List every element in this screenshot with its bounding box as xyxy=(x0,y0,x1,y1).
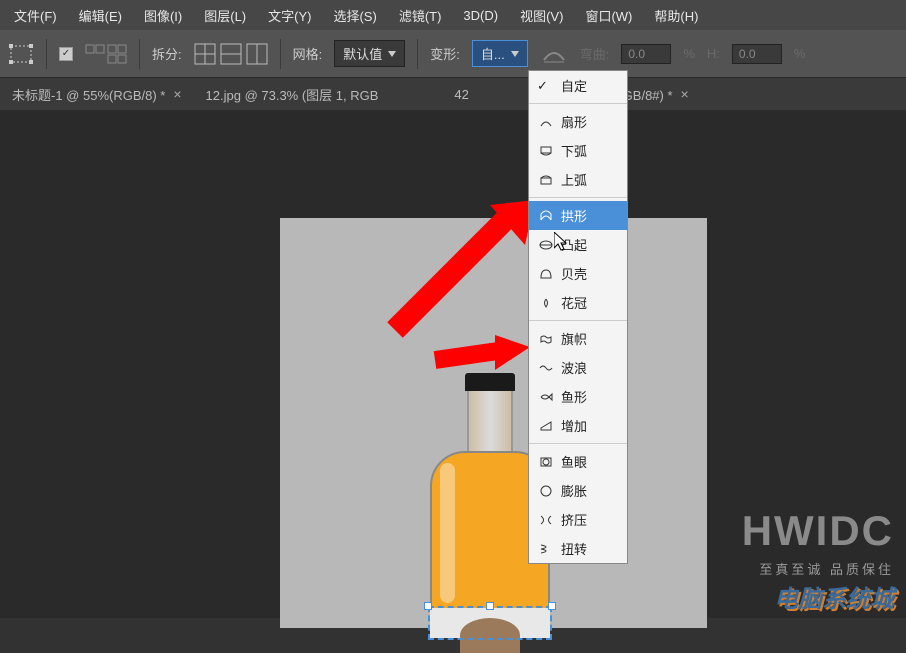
flower-icon xyxy=(539,297,553,309)
fisheye-icon xyxy=(539,456,553,468)
menu-view[interactable]: 视图(V) xyxy=(510,2,573,29)
bottle-neck xyxy=(467,391,513,451)
warp-menu-wave[interactable]: 波浪 xyxy=(529,353,627,382)
warp-menu-twist[interactable]: 扭转 xyxy=(529,534,627,563)
menu-layer[interactable]: 图层(L) xyxy=(194,2,256,29)
bend-label: 弯曲: xyxy=(580,44,610,63)
h-input[interactable]: 0.0 xyxy=(732,44,782,64)
selection-border[interactable] xyxy=(428,606,552,640)
percent-2: % xyxy=(794,46,806,61)
watermark: HWIDC 至真至诚 品质保住 xyxy=(742,507,894,578)
twist-icon xyxy=(539,543,553,555)
warp-label: 变形: xyxy=(430,44,460,63)
squeeze-icon xyxy=(539,514,553,526)
grid-label: 网格: xyxy=(293,44,323,63)
h-label: H: xyxy=(707,46,720,61)
tab-close-icon[interactable]: × xyxy=(681,86,689,102)
warp-menu-bulge[interactable]: 凸起 xyxy=(529,230,627,259)
split-horiz-icon[interactable] xyxy=(220,43,242,65)
check-icon: ✓ xyxy=(537,78,548,94)
arch-icon xyxy=(539,210,553,222)
tab-2[interactable]: 12.jpg @ 73.3% (图层 1, RGB xyxy=(194,79,383,110)
shell-icon xyxy=(539,268,553,280)
watermark-main: HWIDC xyxy=(742,507,894,555)
orientation-icon[interactable] xyxy=(540,42,568,66)
watermark-sub: 至真至诚 品质保住 xyxy=(742,559,894,578)
warp-menu-arc-up[interactable]: 上弧 xyxy=(529,165,627,194)
annotation-arrow-2 xyxy=(430,335,530,385)
bend-input[interactable]: 0.0 xyxy=(621,44,671,64)
warp-dropdown[interactable]: 自... xyxy=(472,40,528,67)
arc-up-icon xyxy=(539,174,553,186)
flag-icon xyxy=(539,333,553,345)
warp-menu-arc-down[interactable]: 下弧 xyxy=(529,136,627,165)
warp-menu-flag[interactable]: 旗帜 xyxy=(529,324,627,353)
warp-menu-fisheye[interactable]: 鱼眼 xyxy=(529,447,627,476)
split-icons xyxy=(194,43,268,65)
menu-help[interactable]: 帮助(H) xyxy=(644,2,708,29)
menu-select[interactable]: 选择(S) xyxy=(323,2,386,29)
grid-icon-1[interactable] xyxy=(85,44,105,64)
warp-menu-custom[interactable]: ✓ 自定 xyxy=(529,71,627,100)
warp-menu-fan[interactable]: 扇形 xyxy=(529,107,627,136)
wave-icon xyxy=(539,362,553,374)
separator xyxy=(46,39,47,69)
options-bar: ✓ 拆分: 网格: 默认值 变形: 自... 弯曲: 0.0 % H: 0.0 … xyxy=(0,30,906,78)
split-vert-icon[interactable] xyxy=(246,43,268,65)
warp-style-menu: ✓ 自定 扇形 下弧 上弧 拱形 凸起 贝壳 花冠 旗帜 波浪 鱼形 xyxy=(528,70,628,564)
tab-3[interactable]: 42 xyxy=(442,81,472,108)
fan-icon xyxy=(539,116,553,128)
inflate-icon xyxy=(539,485,553,497)
menu-filter[interactable]: 滤镜(T) xyxy=(389,2,452,29)
transform-tool-icon[interactable] xyxy=(8,41,34,67)
menu-file[interactable]: 文件(F) xyxy=(4,2,67,29)
warp-menu-shell[interactable]: 贝壳 xyxy=(529,259,627,288)
grid-dropdown[interactable]: 默认值 xyxy=(334,40,405,67)
cursor-icon xyxy=(554,232,570,257)
menu-3d[interactable]: 3D(D) xyxy=(453,4,508,27)
checkbox-option[interactable]: ✓ xyxy=(59,47,73,61)
menu-type[interactable]: 文字(Y) xyxy=(258,2,321,29)
separator xyxy=(417,39,418,69)
menu-edit[interactable]: 编辑(E) xyxy=(69,2,132,29)
main-menu-bar: 文件(F) 编辑(E) 图像(I) 图层(L) 文字(Y) 选择(S) 滤镜(T… xyxy=(0,0,906,30)
menu-image[interactable]: 图像(I) xyxy=(134,2,192,29)
warp-menu-rise[interactable]: 增加 xyxy=(529,411,627,440)
menu-separator xyxy=(529,103,627,104)
tab-1[interactable]: 未标题-1 @ 55%(RGB/8) * × xyxy=(0,79,194,110)
document-tabs: 未标题-1 @ 55%(RGB/8) * × 12.jpg @ 73.3% (图… xyxy=(0,78,906,110)
transform-handle[interactable] xyxy=(548,602,556,610)
annotation-arrow-1 xyxy=(385,200,535,340)
bottle-highlight xyxy=(440,463,455,603)
tab-close-icon[interactable]: × xyxy=(173,86,181,102)
percent-1: % xyxy=(683,46,695,61)
warp-menu-squeeze[interactable]: 挤压 xyxy=(529,505,627,534)
menu-separator xyxy=(529,320,627,321)
warp-menu-flower[interactable]: 花冠 xyxy=(529,288,627,317)
watermark-logo: 电脑系统城 xyxy=(774,579,894,614)
grid-mode-icons xyxy=(85,44,127,64)
menu-window[interactable]: 窗口(W) xyxy=(575,2,642,29)
transform-handle[interactable] xyxy=(486,602,494,610)
grid-icon-2[interactable] xyxy=(107,44,127,64)
warp-menu-arch[interactable]: 拱形 xyxy=(529,201,627,230)
separator xyxy=(139,39,140,69)
rise-icon xyxy=(539,420,553,432)
split-both-icon[interactable] xyxy=(194,43,216,65)
transform-handle[interactable] xyxy=(424,602,432,610)
arc-down-icon xyxy=(539,145,553,157)
fish-icon xyxy=(539,391,553,403)
bulge-icon xyxy=(539,239,553,251)
menu-separator xyxy=(529,197,627,198)
warp-menu-inflate[interactable]: 膨胀 xyxy=(529,476,627,505)
menu-separator xyxy=(529,443,627,444)
split-label: 拆分: xyxy=(152,44,182,63)
warp-menu-fish[interactable]: 鱼形 xyxy=(529,382,627,411)
separator xyxy=(280,39,281,69)
